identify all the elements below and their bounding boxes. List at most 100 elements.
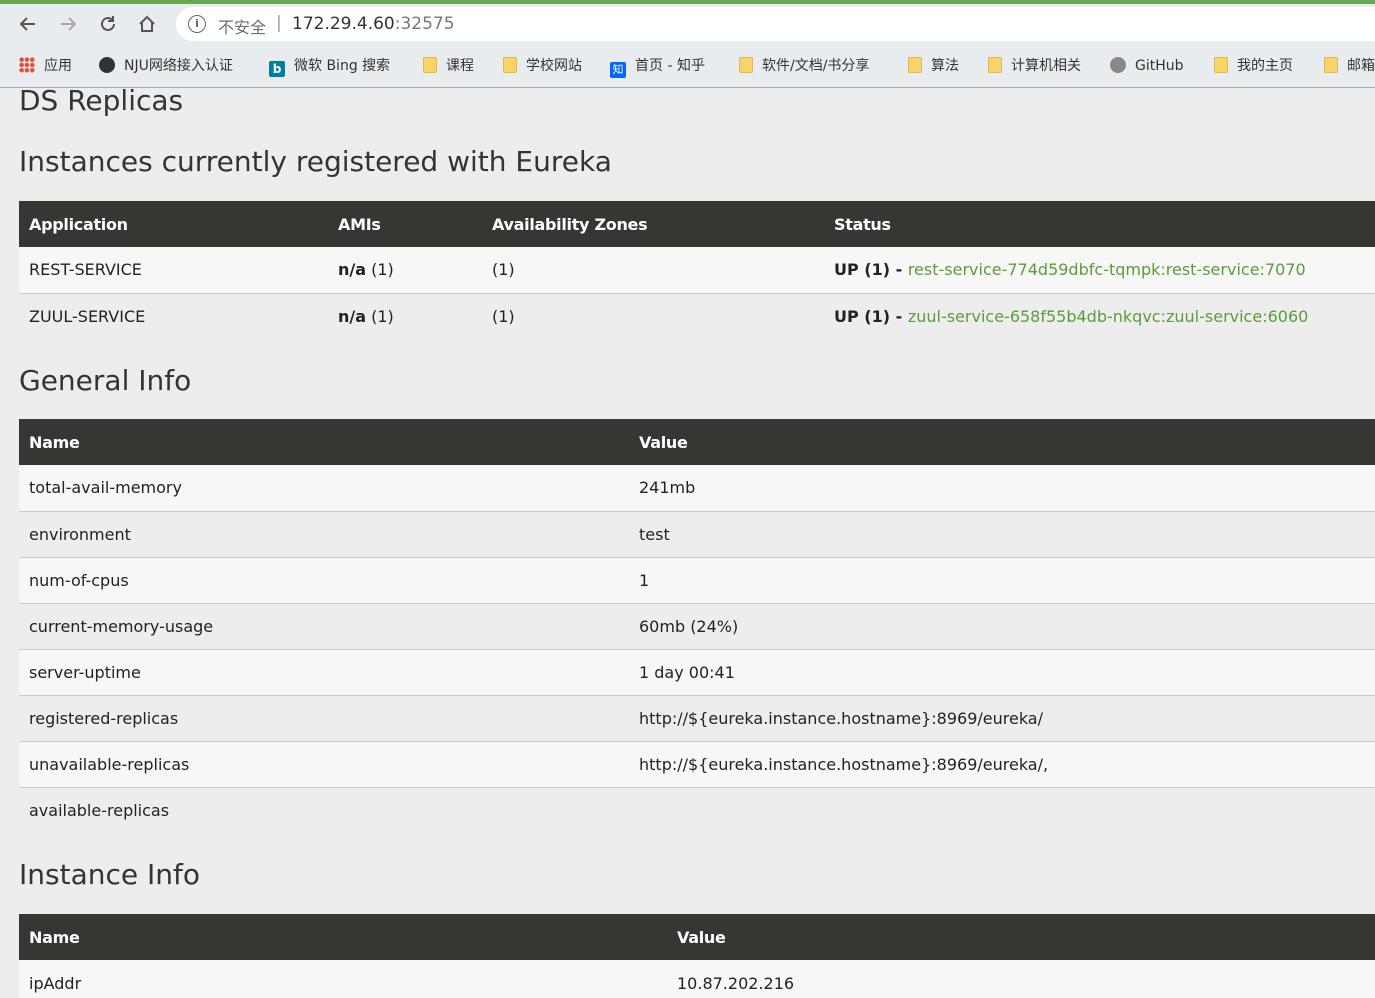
bookmark-label: 邮箱 <box>1347 58 1375 74</box>
bookmark-school[interactable]: 学校网站 <box>503 54 582 78</box>
table-row: unavailable-replicas http://${eureka.inst… <box>19 741 1375 788</box>
table-row: available-replicas <box>19 787 1375 833</box>
general-info-heading: General Info <box>19 364 192 397</box>
status-prefix: UP (1) - <box>834 306 908 326</box>
table-row: REST-SERVICE n/a (1) (1) UP (1) - rest-s… <box>19 247 1375 294</box>
instances-heading: Instances currently registered with Eure… <box>19 145 612 178</box>
forward-button[interactable] <box>54 10 82 38</box>
value-cell: http://${eureka.instance.hostname}:8969/… <box>629 741 1375 788</box>
eureka-dashboard: DS Replicas Instances currently register… <box>0 89 1375 998</box>
column-header: Application <box>19 201 328 247</box>
amis-value: n/a <box>338 306 367 326</box>
zones-cell: (1) <box>482 247 824 294</box>
zones-cell: (1) <box>482 293 824 339</box>
url-port: :32575 <box>394 14 455 34</box>
url-text[interactable]: 172.29.4.60:32575 <box>292 14 455 34</box>
column-header: Value <box>667 914 1375 960</box>
zhihu-icon: 知 <box>610 62 626 78</box>
bookmark-mail[interactable]: 邮箱 <box>1324 54 1375 78</box>
folder-icon <box>988 57 1002 73</box>
folder-icon <box>908 57 922 73</box>
bookmark-bing[interactable]: b 微软 Bing 搜索 <box>269 54 390 78</box>
separator: | <box>276 13 282 33</box>
instance-link[interactable]: rest-service-774d59dbfc-tqmpk:rest-servi… <box>908 260 1306 279</box>
folder-icon <box>1214 57 1228 73</box>
back-button[interactable] <box>14 10 42 38</box>
home-button[interactable] <box>133 10 161 38</box>
value-cell <box>629 787 1375 833</box>
table-row: registered-replicas http://${eureka.insta… <box>19 695 1375 742</box>
table-row: num-of-cpus 1 <box>19 557 1375 604</box>
bookmark-label: 算法 <box>931 58 959 74</box>
value-cell: 241mb <box>629 465 1375 512</box>
value-cell: 10.87.202.216 <box>667 960 1375 998</box>
bookmark-zhihu[interactable]: 知首页 - 知乎 <box>610 54 705 78</box>
status-cell: UP (1) - zuul-service-658f55b4db-nkqvc:z… <box>824 293 1375 339</box>
folder-icon <box>503 57 517 73</box>
instances-table: Application AMIs Availability Zones Stat… <box>19 201 1375 339</box>
bookmark-nju[interactable]: NJU网络接入认证 <box>99 54 233 78</box>
bing-icon: b <box>269 61 285 77</box>
amis-count: (1) <box>366 306 394 326</box>
bookmark-label: 我的主页 <box>1237 58 1293 74</box>
bookmark-label: 微软 Bing 搜索 <box>294 58 391 74</box>
bookmark-label: GitHub <box>1135 58 1184 74</box>
table-header-row: Name Value <box>19 419 1375 465</box>
table-row: current-memory-usage 60mb (24%) <box>19 603 1375 650</box>
column-header: Value <box>629 419 1375 465</box>
name-cell: server-uptime <box>19 649 629 696</box>
name-cell: current-memory-usage <box>19 603 629 650</box>
bookmark-computer[interactable]: 计算机相关 <box>988 54 1081 78</box>
table-row: server-uptime 1 day 00:41 <box>19 649 1375 696</box>
instance-link[interactable]: zuul-service-658f55b4db-nkqvc:zuul-servi… <box>908 307 1308 326</box>
name-cell: ipAddr <box>19 960 667 998</box>
application-cell: REST-SERVICE <box>19 247 328 294</box>
value-cell: 60mb (24%) <box>629 603 1375 650</box>
bookmark-label: 应用 <box>44 58 72 74</box>
name-cell: unavailable-replicas <box>19 741 629 788</box>
value-cell: 1 day 00:41 <box>629 649 1375 696</box>
loading-bar <box>0 0 1375 4</box>
column-header: Name <box>19 419 629 465</box>
github-icon <box>1110 57 1126 73</box>
bookmark-github[interactable]: GitHub <box>1110 54 1184 78</box>
bookmark-label: NJU网络接入认证 <box>124 58 233 74</box>
security-label: 不安全 <box>218 18 267 37</box>
bookmark-courses[interactable]: 课程 <box>423 54 474 78</box>
instance-info-table: Name Value ipAddr 10.87.202.216 <box>19 914 1375 998</box>
amis-value: n/a <box>338 260 367 280</box>
value-cell: http://${eureka.instance.hostname}:8969/… <box>629 695 1375 742</box>
apps-icon <box>19 57 35 73</box>
home-icon <box>139 15 155 32</box>
address-bar[interactable]: i 不安全 | 172.29.4.60:32575 <box>176 7 1375 41</box>
folder-icon <box>739 57 753 73</box>
folder-icon <box>1324 57 1338 73</box>
status-prefix: UP (1) - <box>834 260 908 280</box>
column-header: AMIs <box>328 201 482 247</box>
ds-replicas-heading: DS Replicas <box>19 89 184 117</box>
table-header-row: Application AMIs Availability Zones Stat… <box>19 201 1375 247</box>
table-row: environment test <box>19 511 1375 558</box>
bookmark-label: 计算机相关 <box>1011 58 1081 74</box>
arrow-left-icon <box>19 17 35 31</box>
amis-cell: n/a (1) <box>328 293 482 339</box>
value-cell: 1 <box>629 557 1375 604</box>
column-header: Availability Zones <box>482 201 824 247</box>
globe-icon <box>99 57 115 73</box>
bookmark-label: 学校网站 <box>526 58 582 74</box>
bookmark-algorithms[interactable]: 算法 <box>908 54 959 78</box>
instance-info-heading: Instance Info <box>19 858 200 891</box>
url-host: 172.29.4.60 <box>292 14 395 34</box>
reload-icon <box>101 16 115 31</box>
table-row: total-avail-memory 241mb <box>19 465 1375 512</box>
arrow-right-icon <box>61 17 77 31</box>
bookmark-software[interactable]: 软件/文档/书分享 <box>739 54 869 78</box>
bookmark-label: 软件/文档/书分享 <box>762 58 870 74</box>
column-header: Status <box>824 201 1375 247</box>
bookmark-apps[interactable]: 应用 <box>19 54 72 78</box>
info-icon[interactable]: i <box>188 15 206 33</box>
name-cell: available-replicas <box>19 787 629 833</box>
folder-icon <box>423 57 437 73</box>
bookmark-homepage[interactable]: 我的主页 <box>1214 54 1293 78</box>
reload-button[interactable] <box>94 10 122 38</box>
